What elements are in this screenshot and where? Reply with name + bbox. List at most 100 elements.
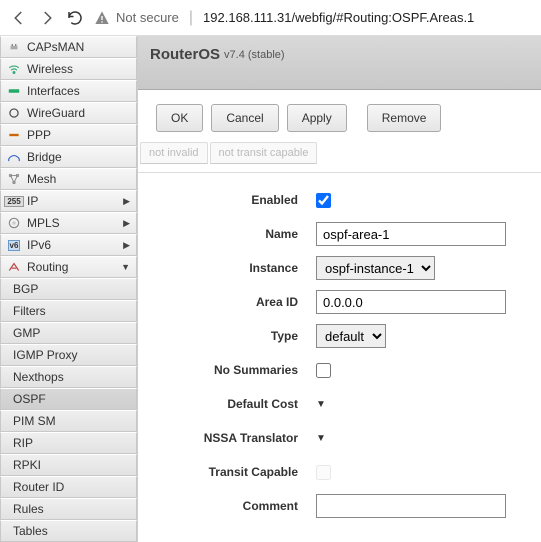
- wg-icon: [7, 106, 21, 120]
- sidebar-item-label: Rules: [13, 502, 130, 516]
- transit-capable-checkbox: [316, 465, 331, 480]
- sidebar-item-label: Routing: [27, 260, 115, 274]
- sidebar-item-mpls[interactable]: MPLS ▶: [0, 212, 137, 234]
- action-bar: OK Cancel Apply Remove: [138, 90, 541, 142]
- ipv6-icon: v6: [7, 238, 21, 252]
- chevron-icon: ▼: [121, 262, 130, 272]
- url-separator: |: [189, 9, 193, 27]
- sidebar-item-label: Bridge: [27, 150, 130, 164]
- sidebar-item-label: IPv6: [27, 238, 117, 252]
- bridge-icon: [7, 150, 21, 164]
- main-panel: RouterOS v7.4 (stable) OK Cancel Apply R…: [138, 36, 541, 542]
- area-id-field[interactable]: [316, 290, 506, 314]
- sidebar-sub-igmp-proxy[interactable]: IGMP Proxy: [0, 344, 137, 366]
- label-type: Type: [156, 329, 316, 343]
- chevron-icon: ▶: [123, 196, 130, 207]
- sidebar-sub-pim-sm[interactable]: PIM SM: [0, 410, 137, 432]
- label-nssa-translator: NSSA Translator: [156, 431, 316, 445]
- forward-icon[interactable]: [38, 9, 56, 27]
- flag-not-invalid: not invalid: [140, 142, 208, 164]
- reload-icon[interactable]: [66, 9, 84, 27]
- label-name: Name: [156, 227, 316, 241]
- label-enabled: Enabled: [156, 193, 316, 207]
- label-transit-capable: Transit Capable: [156, 465, 316, 479]
- sidebar-item-label: Interfaces: [27, 84, 130, 98]
- sidebar-sub-bgp[interactable]: BGP: [0, 278, 137, 300]
- sidebar-sub-rpki[interactable]: RPKI: [0, 454, 137, 476]
- ospf-area-form: Enabled Name Instance ospf-instance-1 Ar…: [138, 179, 541, 527]
- sidebar-sub-nexthops[interactable]: Nexthops: [0, 366, 137, 388]
- sidebar-item-label: Nexthops: [13, 370, 130, 384]
- sidebar-sub-router-id[interactable]: Router ID: [0, 476, 137, 498]
- sidebar-item-label: RPKI: [13, 458, 130, 472]
- sidebar-item-label: GMP: [13, 326, 130, 340]
- chevron-icon: ▶: [123, 240, 130, 251]
- apply-button[interactable]: Apply: [287, 104, 347, 132]
- warning-icon: [94, 10, 110, 26]
- ip-icon: 255: [7, 194, 21, 208]
- if-icon: [7, 84, 21, 98]
- label-instance: Instance: [156, 261, 316, 275]
- product-name: RouterOS: [150, 46, 220, 63]
- sidebar-item-label: IP: [27, 194, 117, 208]
- type-select[interactable]: default: [316, 324, 386, 348]
- label-no-summaries: No Summaries: [156, 363, 316, 377]
- sidebar-item-wireguard[interactable]: WireGuard: [0, 102, 137, 124]
- title-bar: RouterOS v7.4 (stable): [138, 36, 541, 90]
- sidebar-item-mesh[interactable]: Mesh: [0, 168, 137, 190]
- label-comment: Comment: [156, 499, 316, 513]
- url-text[interactable]: 192.168.111.31/webfig/#Routing:OSPF.Area…: [203, 10, 474, 25]
- sidebar-item-label: WireGuard: [27, 106, 130, 120]
- sidebar-item-label: RIP: [13, 436, 130, 450]
- sidebar-item-label: IGMP Proxy: [13, 348, 130, 362]
- sidebar-item-label: Mesh: [27, 172, 130, 186]
- sidebar-item-interfaces[interactable]: Interfaces: [0, 80, 137, 102]
- cancel-button[interactable]: Cancel: [211, 104, 278, 132]
- back-icon[interactable]: [10, 9, 28, 27]
- sidebar-sub-gmp[interactable]: GMP: [0, 322, 137, 344]
- instance-select[interactable]: ospf-instance-1: [316, 256, 435, 280]
- status-flags: not invalid not transit capable: [140, 142, 541, 164]
- insecure-label: Not secure: [116, 10, 179, 25]
- sidebar-item-label: CAPsMAN: [27, 40, 130, 54]
- sidebar-sub-rip[interactable]: RIP: [0, 432, 137, 454]
- mesh-icon: [7, 172, 21, 186]
- sidebar-item-label: BGP: [13, 282, 130, 296]
- ok-button[interactable]: OK: [156, 104, 203, 132]
- routing-icon: [7, 260, 21, 274]
- sidebar-item-routing[interactable]: Routing ▼: [0, 256, 137, 278]
- mpls-icon: [7, 216, 21, 230]
- enabled-checkbox[interactable]: [316, 193, 331, 208]
- product-version: v7.4 (stable): [224, 49, 285, 61]
- wifi-icon: [7, 62, 21, 76]
- comment-field[interactable]: [316, 494, 506, 518]
- chevron-icon: ▶: [123, 218, 130, 229]
- sidebar-item-bridge[interactable]: Bridge: [0, 146, 137, 168]
- flag-not-transit: not transit capable: [210, 142, 318, 164]
- sidebar: CAPsMAN Wireless Interfaces WireGuard PPP Bri…: [0, 36, 138, 542]
- sidebar-item-capsman[interactable]: CAPsMAN: [0, 36, 137, 58]
- sidebar-item-ppp[interactable]: PPP: [0, 124, 137, 146]
- label-default-cost: Default Cost: [156, 397, 316, 411]
- sidebar-item-ipv6[interactable]: v6 IPv6 ▶: [0, 234, 137, 256]
- sidebar-item-wireless[interactable]: Wireless: [0, 58, 137, 80]
- sidebar-sub-ospf[interactable]: OSPF: [0, 388, 137, 410]
- sidebar-sub-filters[interactable]: Filters: [0, 300, 137, 322]
- ppp-icon: [7, 128, 21, 142]
- browser-address-bar: Not secure | 192.168.111.31/webfig/#Rout…: [0, 0, 541, 36]
- no-summaries-checkbox[interactable]: [316, 363, 331, 378]
- sidebar-item-label: Filters: [13, 304, 130, 318]
- cap-icon: [7, 40, 21, 54]
- remove-button[interactable]: Remove: [367, 104, 442, 132]
- default-cost-expand-icon[interactable]: ▼: [316, 399, 326, 410]
- sidebar-item-label: PIM SM: [13, 414, 130, 428]
- name-field[interactable]: [316, 222, 506, 246]
- sidebar-sub-rules[interactable]: Rules: [0, 498, 137, 520]
- sidebar-item-ip[interactable]: 255 IP ▶: [0, 190, 137, 212]
- sidebar-item-label: MPLS: [27, 216, 117, 230]
- nssa-translator-expand-icon[interactable]: ▼: [316, 433, 326, 444]
- sidebar-item-label: Router ID: [13, 480, 130, 494]
- security-indicator[interactable]: Not secure: [94, 10, 179, 26]
- sidebar-item-label: Wireless: [27, 62, 130, 76]
- sidebar-sub-tables[interactable]: Tables: [0, 520, 137, 542]
